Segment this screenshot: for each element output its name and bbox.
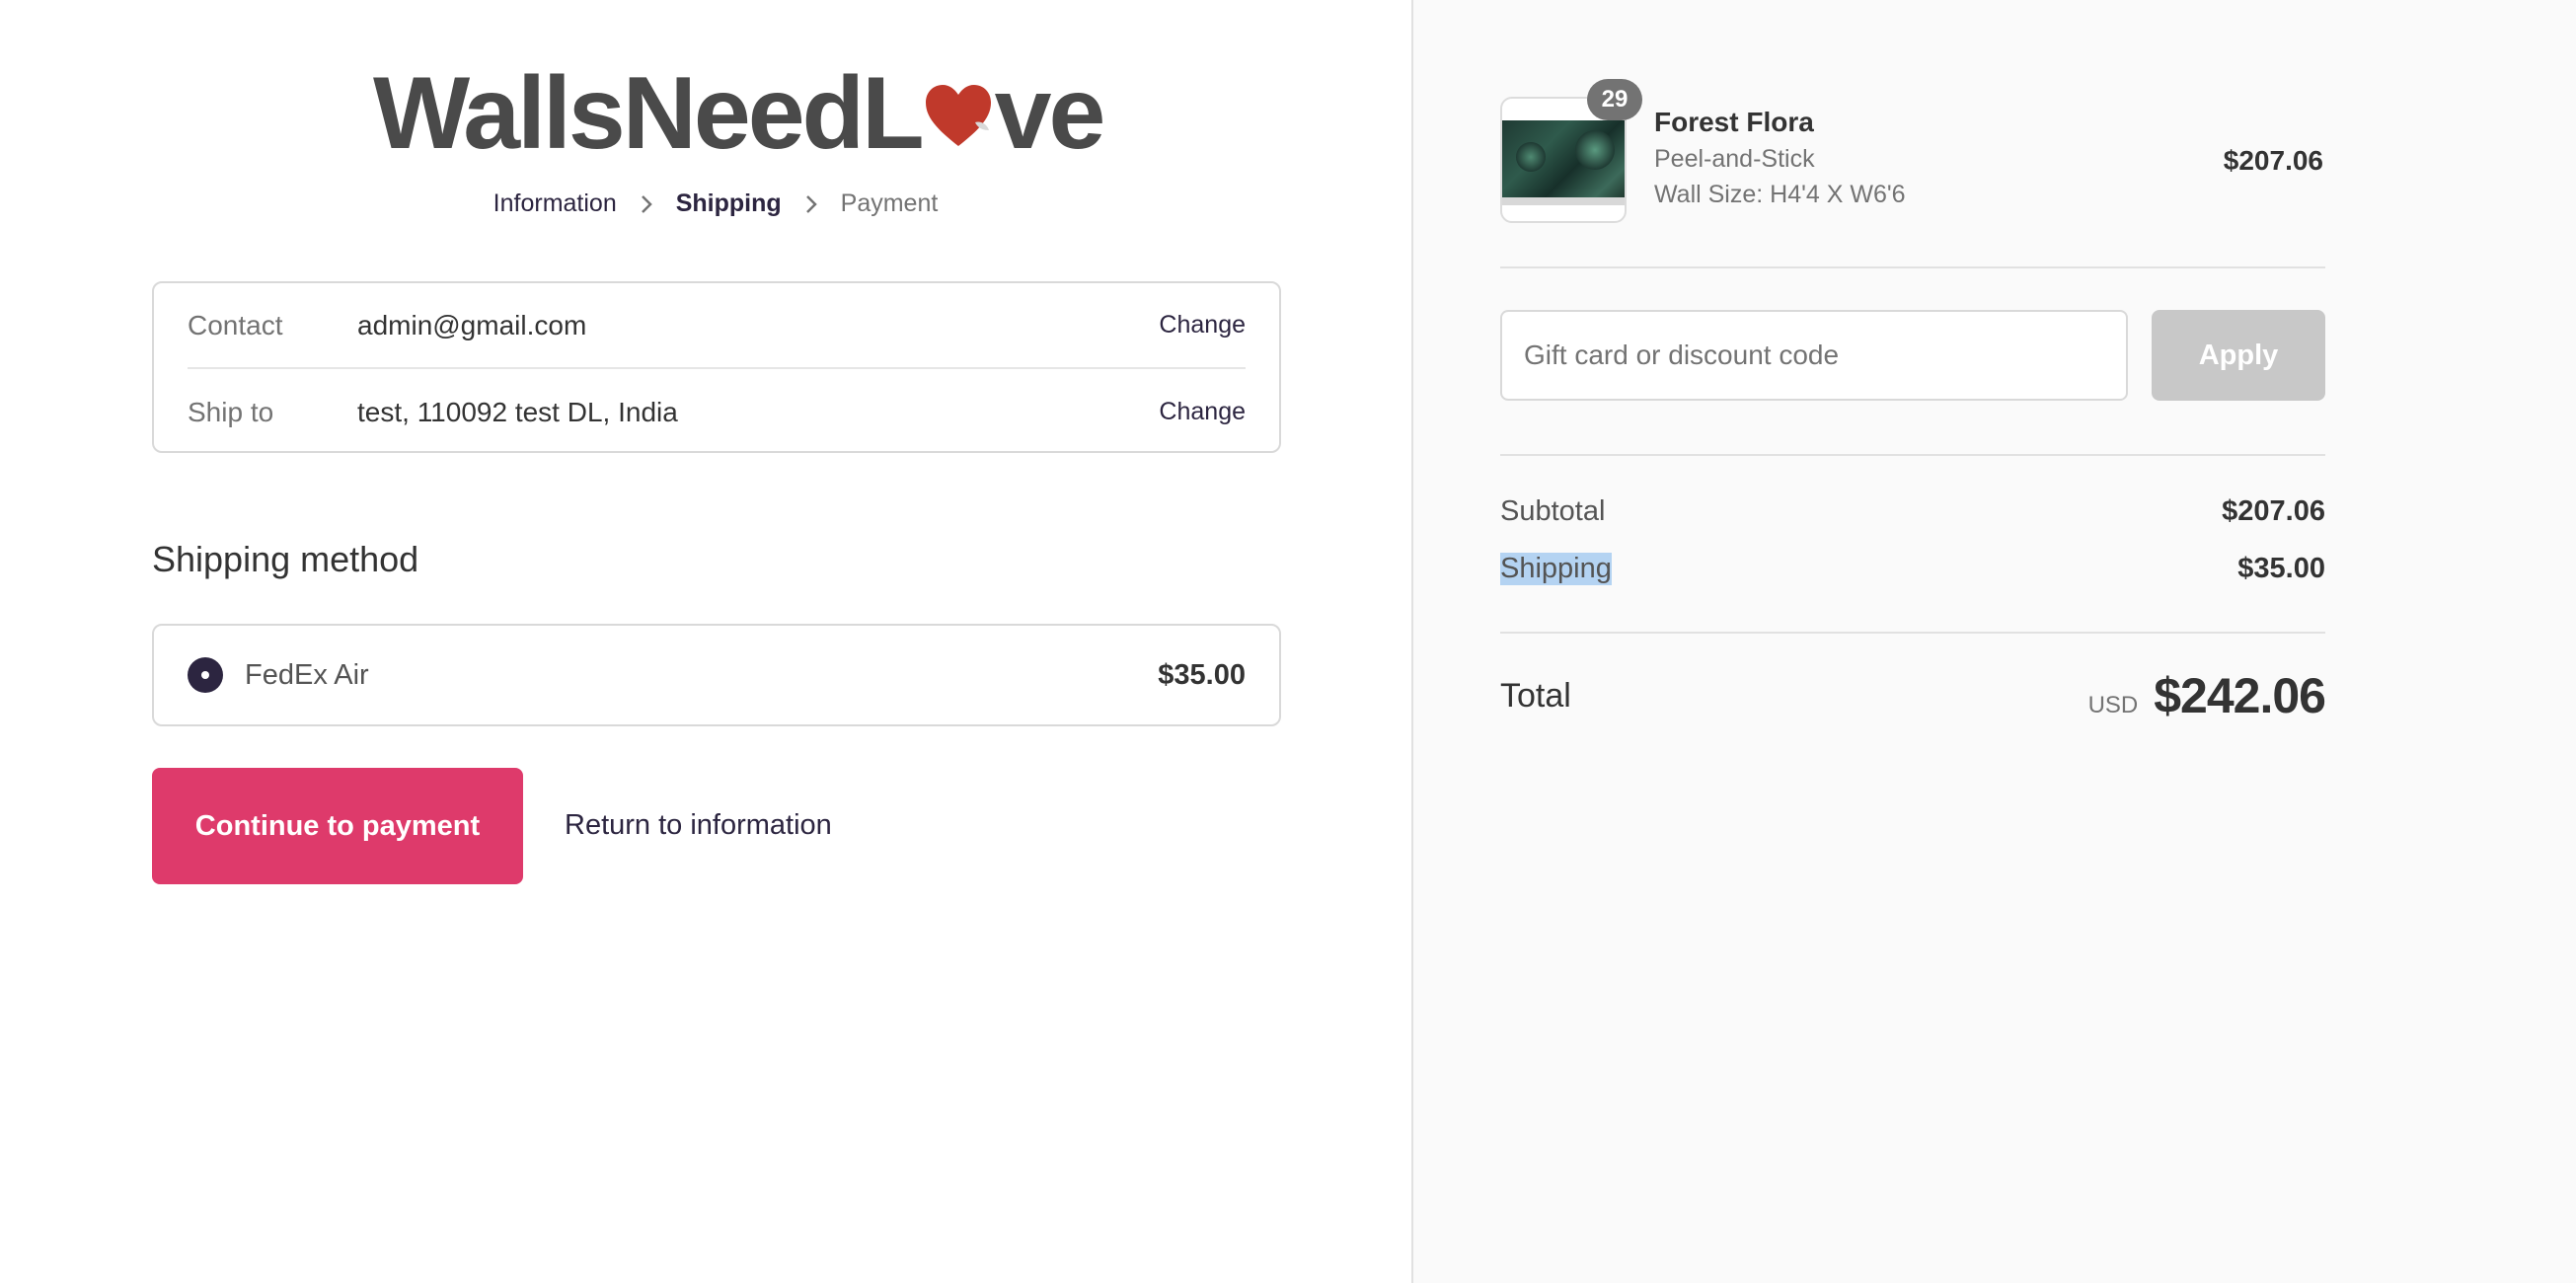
apply-discount-button[interactable]: Apply <box>2152 310 2325 401</box>
total-value: $242.06 <box>2154 668 2326 723</box>
subtotal-value: $207.06 <box>2222 495 2325 527</box>
total-label: Total <box>1500 676 1571 715</box>
chevron-right-icon <box>805 194 817 213</box>
breadcrumb-information[interactable]: Information <box>493 189 617 218</box>
store-logo[interactable]: WallsNeedL ve <box>373 55 1106 171</box>
contact-value: admin@gmail.com <box>357 309 587 340</box>
return-to-information-link[interactable]: Return to information <box>565 809 832 842</box>
product-image <box>1502 120 1625 197</box>
quantity-badge: 29 <box>1587 79 1642 120</box>
product-size: Wall Size: H4'4 X W6'6 <box>1654 181 1906 208</box>
shipping-method-title: Shipping method <box>152 539 419 579</box>
change-contact-link[interactable]: Change <box>1159 311 1246 340</box>
divider <box>1500 266 2325 268</box>
total-currency: USD <box>2087 692 2139 718</box>
change-ship-to-link[interactable]: Change <box>1159 398 1246 426</box>
heart-icon <box>925 84 991 146</box>
logo-text-start: WallsNeedL <box>373 55 925 171</box>
product-variant: Peel-and-Stick <box>1654 145 1815 173</box>
contact-label: Contact <box>188 309 283 340</box>
ship-to-label: Ship to <box>188 396 274 427</box>
breadcrumb-payment: Payment <box>840 189 939 217</box>
review-block: Contact admin@gmail.com Change Ship to t… <box>152 281 1281 453</box>
discount-code-input[interactable] <box>1500 310 2128 401</box>
review-row-contact: Contact admin@gmail.com Change <box>188 283 1246 369</box>
checkout-main: WallsNeedL ve Information Shipping Payme… <box>0 0 1411 1283</box>
product-price: $207.06 <box>2223 145 2323 176</box>
product-image-floor <box>1502 197 1625 205</box>
shipping-option-label: FedEx Air <box>245 658 369 691</box>
divider <box>1500 632 2325 634</box>
shipping-label: Shipping <box>1500 553 1612 585</box>
continue-to-payment-button[interactable]: Continue to payment <box>152 768 523 884</box>
total-amount: USD $242.06 <box>2087 667 2326 724</box>
breadcrumb-shipping: Shipping <box>675 189 782 217</box>
breadcrumb: Information Shipping Payment <box>0 189 1431 218</box>
shipping-option-radio[interactable] <box>188 657 223 693</box>
total-line: Total USD $242.06 <box>1500 667 2326 724</box>
shipping-option-fedex-air[interactable]: FedEx Air $35.00 <box>152 624 1281 726</box>
ship-to-value: test, 110092 test DL, India <box>357 396 678 427</box>
order-summary: 29 Forest Flora Peel-and-Stick Wall Size… <box>1411 0 2576 1283</box>
shipping-value: $35.00 <box>2237 553 2325 584</box>
subtotal-line: Subtotal $207.06 <box>1500 495 2325 528</box>
shipping-line: Shipping $35.00 <box>1500 553 2325 585</box>
divider <box>1500 454 2325 456</box>
subtotal-label: Subtotal <box>1500 495 1606 527</box>
product-name: Forest Flora <box>1654 107 1814 137</box>
shipping-option-price: $35.00 <box>1158 658 1246 691</box>
review-row-ship-to: Ship to test, 110092 test DL, India Chan… <box>188 369 1246 455</box>
logo-text-end: ve <box>994 55 1106 171</box>
chevron-right-icon <box>641 194 652 213</box>
